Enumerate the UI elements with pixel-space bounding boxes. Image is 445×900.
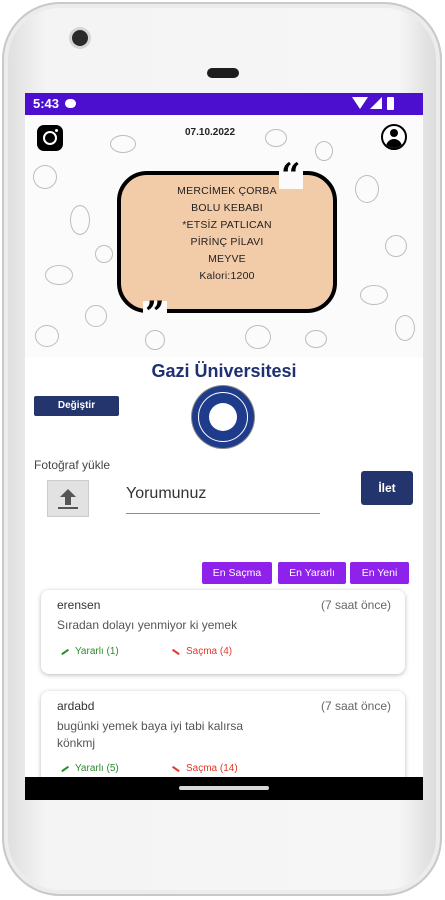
menu-item: *ETSİZ PATLICAN	[182, 219, 272, 231]
signal-icon	[370, 97, 382, 109]
status-bar: 5:43	[25, 93, 423, 115]
profile-icon[interactable]	[381, 124, 407, 150]
change-university-button[interactable]: Değiştir	[34, 396, 119, 416]
menu-item: MEYVE	[208, 253, 246, 265]
wifi-icon	[352, 97, 368, 109]
comment-input[interactable]	[126, 475, 320, 514]
menu-calories: Kalori:1200	[199, 270, 255, 282]
message-icon	[65, 99, 76, 108]
comment-user: erensen	[57, 598, 101, 612]
comment-card: ardabd (7 saat önce) bugünki yemek baya …	[41, 691, 405, 791]
upload-icon	[60, 489, 76, 497]
useful-vote-label: Yararlı (1)	[75, 646, 119, 657]
useful-vote-button[interactable]: Yararlı (5)	[61, 763, 119, 774]
comment-text: bugünki yemek baya iyi tabi kalırsa könk…	[57, 719, 244, 750]
trending-up-icon	[61, 648, 69, 655]
comment-time: (7 saat önce)	[320, 699, 391, 713]
menu-list: MERCİMEK ÇORBA BOLU KEBABI *ETSİZ PATLIC…	[121, 183, 333, 285]
menu-banner: 07.10.2022 MERCİMEK ÇORBA BOLU KEBABI *E…	[25, 115, 423, 357]
phone-frame: 5:43 07.10.2022 MERCİMEK ÇORBA BOLU KEBA…	[2, 2, 442, 896]
front-camera	[72, 30, 88, 46]
absurd-vote-label: Saçma (4)	[186, 646, 233, 657]
trending-down-icon	[172, 648, 180, 655]
quote-open-icon: “	[279, 156, 303, 196]
earpiece-speaker	[207, 68, 239, 78]
absurd-vote-label: Saçma (14)	[186, 763, 238, 774]
comment-time: (7 saat önce)	[320, 598, 391, 612]
home-gesture-handle[interactable]	[179, 786, 269, 790]
instagram-icon[interactable]	[37, 125, 63, 151]
university-name: Gazi Üniversitesi	[151, 361, 297, 381]
trending-up-icon	[61, 765, 69, 772]
app-screen: 5:43 07.10.2022 MERCİMEK ÇORBA BOLU KEBA…	[25, 93, 423, 800]
absurd-vote-button[interactable]: Saçma (14)	[172, 763, 238, 774]
menu-item: BOLU KEBABI	[191, 202, 263, 214]
useful-vote-label: Yararlı (5)	[75, 763, 119, 774]
battery-icon	[387, 97, 394, 110]
quote-close-icon: ”	[143, 294, 167, 334]
useful-vote-button[interactable]: Yararlı (1)	[61, 646, 119, 657]
menu-item: PİRİNÇ PİLAVI	[190, 236, 264, 248]
comment-card: erensen (7 saat önce) Sıradan dolayı yen…	[41, 590, 405, 674]
status-time: 5:43	[33, 96, 60, 111]
sort-newest-button[interactable]: En Yeni	[350, 562, 409, 584]
upload-photo-button[interactable]	[47, 480, 89, 517]
menu-date: 07.10.2022	[185, 127, 236, 138]
comment-user: ardabd	[57, 699, 95, 713]
sort-most-useful-button[interactable]: En Yararlı	[278, 562, 346, 584]
send-comment-button[interactable]: İlet	[361, 471, 413, 505]
sort-most-absurd-button[interactable]: En Saçma	[202, 562, 272, 584]
university-logo	[192, 386, 254, 448]
comment-text: Sıradan dolayı yenmiyor ki yemek	[57, 618, 238, 632]
absurd-vote-button[interactable]: Saçma (4)	[172, 646, 232, 657]
navigation-bar	[25, 777, 423, 800]
trending-down-icon	[172, 765, 180, 772]
upload-photo-label: Fotoğraf yükle	[34, 458, 111, 472]
daily-menu-box: MERCİMEK ÇORBA BOLU KEBABI *ETSİZ PATLIC…	[117, 171, 337, 313]
